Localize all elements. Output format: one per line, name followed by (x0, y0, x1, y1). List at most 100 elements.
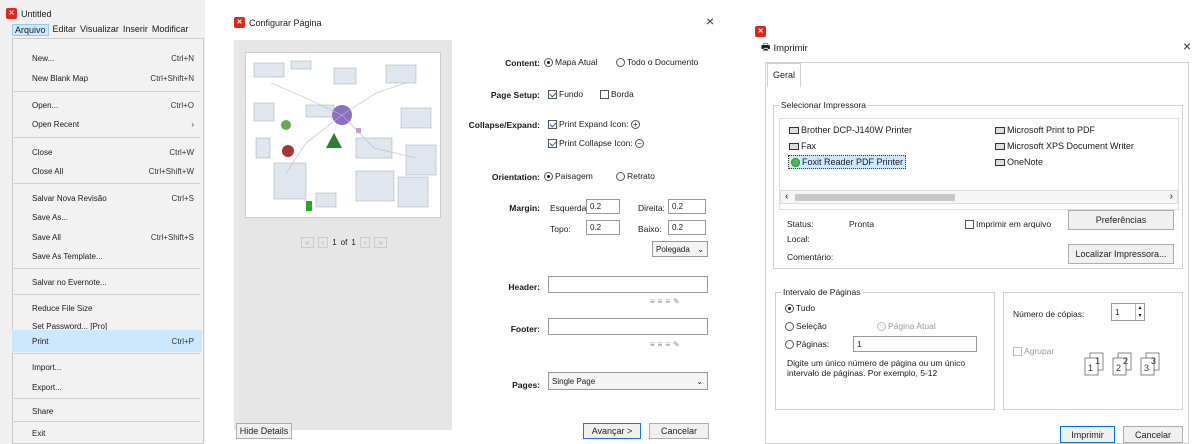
range-pages-option[interactable]: Páginas: (785, 339, 829, 350)
header-input[interactable] (548, 276, 708, 293)
last-page-button[interactable]: » (374, 236, 387, 248)
menu-item-new-blank-map[interactable]: New Blank Map Ctrl+Shift+N (12, 67, 202, 89)
bottom-margin-input[interactable]: 0.2 (668, 220, 706, 235)
footer-align-icons[interactable]: ≡≡≡✎ (650, 340, 683, 349)
scroll-right-icon[interactable]: › (1170, 191, 1173, 202)
range-selection-option[interactable]: Seleção (785, 321, 827, 332)
menu-arquivo[interactable]: Arquivo (12, 24, 49, 36)
tab-general[interactable]: Geral (767, 63, 801, 87)
copies-input[interactable]: 1 ▴ ▾ (1111, 303, 1145, 321)
prev-page-button[interactable]: ‹ (317, 236, 329, 248)
menu-item-export[interactable]: Export... (12, 376, 202, 398)
menu-item-save-evernote[interactable]: Salvar no Evernote... (12, 271, 202, 293)
close-icon[interactable]: × (706, 13, 714, 29)
left-margin-input[interactable]: 0.2 (586, 199, 620, 214)
top-margin-input[interactable]: 0.2 (586, 220, 620, 235)
top-margin-label: Topo: (550, 224, 571, 234)
label: Foxit Reader PDF Printer (802, 157, 904, 167)
title-bar: 🖶 Imprimir (761, 40, 808, 57)
printer-ms-pdf[interactable]: Microsoft Print to PDF (995, 125, 1095, 135)
label: Microsoft XPS Document Writer (1007, 141, 1134, 151)
checkbox-icon (548, 90, 557, 100)
range-current-page-option[interactable]: Página Atual (877, 321, 936, 332)
checkbox-icon (548, 139, 557, 149)
pages-select[interactable]: Single Page ⌄ (548, 372, 708, 390)
next-button[interactable]: Avançar > (583, 423, 641, 439)
first-page-button[interactable]: « (301, 236, 314, 248)
label: Salvar Nova Revisão (32, 193, 107, 203)
svg-text:3: 3 (1144, 363, 1149, 373)
label: Close All (32, 166, 64, 176)
menu-item-new[interactable]: New... Ctrl+N (12, 47, 202, 69)
header-align-icons[interactable]: ≡≡≡✎ (650, 297, 683, 306)
menu-item-share[interactable]: Share (12, 400, 202, 422)
label: Export... (32, 382, 62, 392)
printer-icon (995, 142, 1005, 150)
menu-item-exit[interactable]: Exit (12, 422, 202, 444)
right-margin-input[interactable]: 0.2 (668, 199, 706, 214)
footer-input[interactable] (548, 318, 708, 335)
label: Open Recent (32, 119, 80, 129)
fax-icon (789, 142, 799, 150)
print-expand-icon-checkbox[interactable]: Print Expand Icon: + (548, 119, 640, 130)
print-collapse-icon-checkbox[interactable]: Print Collapse Icon: − (548, 138, 645, 149)
radio-icon (544, 58, 553, 68)
menu-item-open-recent[interactable]: Open Recent › (12, 113, 202, 135)
label: Share (32, 406, 54, 416)
title-bar: ✕ Configurar Página (234, 17, 322, 28)
dialog-title: Imprimir (773, 43, 808, 54)
page-range-group-label: Intervalo de Páginas (781, 287, 863, 297)
label: Polegada (656, 244, 690, 254)
menu-item-print[interactable]: Print Ctrl+P (12, 330, 202, 352)
label: New Blank Map (32, 73, 89, 83)
close-icon[interactable]: × (1183, 38, 1191, 54)
spinner-icon[interactable]: ▴ ▾ (1135, 304, 1144, 320)
pages-label: Pages: (512, 380, 540, 390)
menu-editar[interactable]: Editar (53, 24, 77, 36)
window-title: Untitled (21, 8, 52, 19)
menu-inserir[interactable]: Inserir (123, 24, 148, 36)
menu-item-close-all[interactable]: Close All Ctrl+Shift+W (12, 160, 202, 182)
copies-label: Número de cópias: (1013, 309, 1085, 319)
collate-checkbox[interactable]: Agrupar (1013, 346, 1054, 357)
scroll-thumb[interactable] (795, 194, 955, 201)
background-checkbox[interactable]: Fundo (548, 89, 583, 100)
menu-visualizar[interactable]: Visualizar (80, 24, 119, 36)
border-checkbox[interactable]: Borda (600, 89, 634, 100)
menu-item-save-as-template[interactable]: Save As Template... (12, 245, 202, 267)
landscape-option[interactable]: Paisagem (544, 171, 593, 182)
separator (14, 183, 200, 184)
page-range-input[interactable]: 1 (853, 336, 977, 352)
range-all-option[interactable]: Tudo (785, 303, 816, 314)
printer-onenote[interactable]: OneNote (995, 157, 1043, 167)
label: Página Atual (888, 321, 936, 331)
scroll-left-icon[interactable]: ‹ (785, 191, 788, 202)
find-printer-button[interactable]: Localizar Impressora... (1068, 244, 1174, 264)
label: Salvar no Evernote... (32, 277, 107, 287)
hide-details-button[interactable]: Hide Details (236, 423, 292, 439)
menu-item-save-as[interactable]: Save As... (12, 206, 202, 228)
printer-fax[interactable]: Fax (789, 141, 816, 151)
printer-ms-xps[interactable]: Microsoft XPS Document Writer (995, 141, 1134, 151)
content-current-map-option[interactable]: Mapa Atual (544, 57, 598, 68)
header-label: Header: (508, 282, 540, 292)
printer-icon (995, 158, 1005, 166)
cancel-button[interactable]: Cancelar (1123, 426, 1183, 443)
unit-select[interactable]: Polegada ⌄ (652, 241, 708, 257)
menu-item-import[interactable]: Import... (12, 356, 202, 378)
print-to-file-checkbox[interactable]: Imprimir em arquivo (965, 219, 1051, 230)
print-button[interactable]: Imprimir (1060, 426, 1115, 443)
label: Tudo (796, 303, 816, 313)
content-whole-document-option[interactable]: Todo o Documento (616, 57, 698, 68)
printer-foxit[interactable]: Foxit Reader PDF Printer (788, 155, 907, 169)
printer-brother[interactable]: Brother DCP-J140W Printer (789, 125, 912, 135)
menu-modificar[interactable]: Modificar (152, 24, 189, 36)
preferences-button[interactable]: Preferências (1068, 210, 1174, 230)
next-page-button[interactable]: › (359, 236, 371, 248)
cancel-button[interactable]: Cancelar (649, 423, 709, 439)
left-margin-label: Esquerda: (550, 203, 589, 213)
label: Brother DCP-J140W Printer (801, 125, 913, 135)
radio-icon (877, 322, 886, 332)
portrait-option[interactable]: Retrato (616, 171, 655, 182)
horizontal-scrollbar[interactable]: ‹ › (780, 190, 1178, 204)
